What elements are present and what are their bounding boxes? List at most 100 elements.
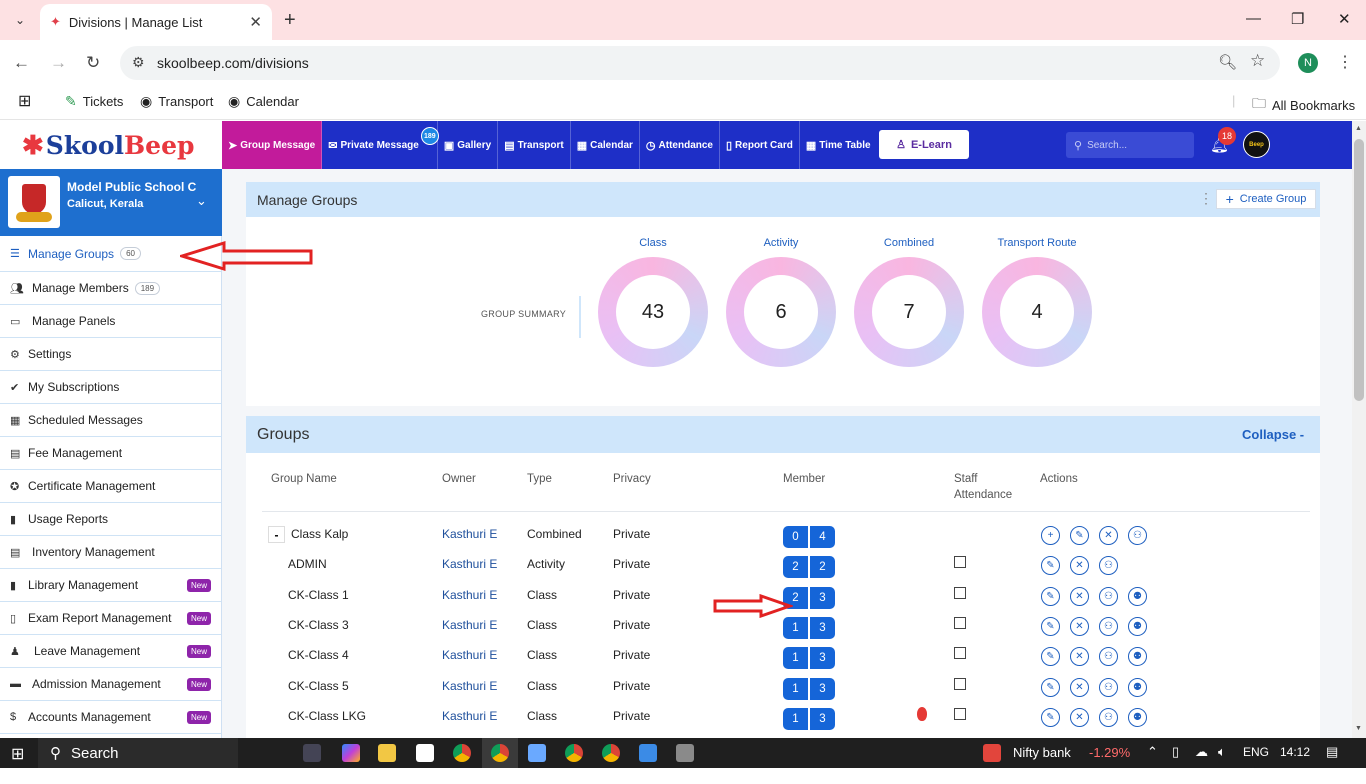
group-action-icon[interactable]: ⚉ (1128, 708, 1147, 727)
staff-attendance-checkbox[interactable] (954, 556, 966, 568)
scroll-up-icon[interactable]: ▲ (1355, 125, 1362, 132)
staff-attendance-checkbox[interactable] (954, 647, 966, 659)
member-count-right[interactable]: 3 (810, 708, 835, 730)
close-action-icon[interactable]: ✕ (1070, 708, 1089, 727)
browser-tab[interactable]: ✦ Divisions | Manage List ✕ (40, 4, 272, 40)
group-name-cell[interactable]: CK-Class 3 (288, 618, 349, 632)
more-options-icon[interactable]: ⋮ (1199, 190, 1213, 207)
member-count[interactable]: 13 (783, 708, 835, 730)
sidebar-item-certificate-management[interactable]: ✪ Certificate Management (0, 470, 221, 503)
sidebar-item-manage-members[interactable]: 👥︎ Manage Members 189 (0, 272, 221, 305)
store-icon[interactable] (416, 744, 434, 762)
new-tab-icon[interactable]: + (284, 9, 296, 32)
group-name-cell[interactable]: ADMIN (288, 557, 327, 571)
close-action-icon[interactable]: ✕ (1070, 647, 1089, 666)
member-count-right[interactable]: 3 (810, 617, 835, 639)
users-action-icon[interactable]: ⚇ (1128, 526, 1147, 545)
notifications-icon[interactable]: ▤ (1326, 744, 1338, 760)
sidebar-item-accounts-management[interactable]: $ Accounts Management New (0, 701, 221, 734)
user-avatar[interactable]: Beep (1243, 131, 1270, 158)
page-scrollbar[interactable]: ▲ ▼ (1352, 121, 1366, 738)
users-action-icon[interactable]: ⚇ (1099, 708, 1118, 727)
edit-action-icon[interactable]: ✎ (1041, 617, 1060, 636)
close-window-icon[interactable]: ✕ (1338, 10, 1351, 28)
apps-grid-icon[interactable]: ⊞ (18, 91, 31, 111)
staff-attendance-checkbox[interactable] (954, 678, 966, 690)
group-name-cell[interactable]: CK-Class 4 (288, 648, 349, 662)
copilot-icon[interactable] (342, 744, 360, 762)
group-name-cell[interactable]: CK-Class 1 (288, 588, 349, 602)
collapse-button[interactable]: Collapse - (1242, 427, 1304, 442)
chevron-down-icon[interactable]: ⌄ (196, 193, 207, 209)
nav-calendar[interactable]: ▦ Calendar (571, 121, 640, 169)
group-action-icon[interactable]: ⚉ (1128, 678, 1147, 697)
bookmark-star-icon[interactable]: ☆ (1250, 51, 1265, 71)
sidebar-item-my-subscriptions[interactable]: ✔ My Subscriptions (0, 371, 221, 404)
users-action-icon[interactable]: ⚇ (1099, 587, 1118, 606)
photos-icon[interactable] (639, 744, 657, 762)
browser-menu-icon[interactable]: ⋮ (1337, 52, 1353, 72)
member-count-left[interactable]: 0 (783, 526, 808, 548)
nav-transport[interactable]: ▤ Transport (498, 121, 571, 169)
nav-report-card[interactable]: ▯ Report Card (720, 121, 800, 169)
member-count[interactable]: 13 (783, 647, 835, 669)
bookmark-tickets[interactable]: ✎ Tickets (65, 93, 123, 110)
group-name-cell[interactable]: CK-Class LKG (288, 709, 366, 723)
forward-icon[interactable]: → (50, 53, 67, 73)
reload-icon[interactable]: ↻ (86, 53, 100, 73)
edit-action-icon[interactable]: ✎ (1041, 556, 1060, 575)
app-search-input[interactable]: ⚲ Search... (1066, 132, 1194, 158)
create-group-button[interactable]: + Create Group (1216, 189, 1316, 209)
sidebar-item-scheduled-messages[interactable]: ▦ Scheduled Messages (0, 404, 221, 437)
language-indicator[interactable]: ENG (1243, 745, 1269, 759)
minimize-icon[interactable]: — (1246, 10, 1261, 27)
task-view-icon[interactable] (303, 744, 321, 762)
sidebar-item-fee-management[interactable]: ▤ Fee Management (0, 437, 221, 470)
nav-group-message[interactable]: ➤ Group Message (222, 121, 323, 169)
member-count[interactable]: 13 (783, 617, 835, 639)
elearn-button[interactable]: ♙ E-Learn (879, 130, 969, 159)
url-text[interactable]: skoolbeep.com/divisions (157, 55, 309, 71)
nav-attendance[interactable]: ◷ Attendance (640, 121, 720, 169)
close-action-icon[interactable]: ✕ (1070, 556, 1089, 575)
sidebar-item-manage-panels[interactable]: ▭ Manage Panels (0, 305, 221, 338)
volume-icon[interactable]: 🔈︎ (1218, 744, 1226, 760)
member-count-left[interactable]: 1 (783, 647, 808, 669)
edit-action-icon[interactable]: ✎ (1041, 678, 1060, 697)
sidebar-item-library-management[interactable]: ▮ Library Management New (0, 569, 221, 602)
member-count[interactable]: 22 (783, 556, 835, 578)
sidebar-item-settings[interactable]: ⚙ Settings (0, 338, 221, 371)
stock-name[interactable]: Nifty bank (1013, 745, 1071, 760)
group-name-cell[interactable]: Class Kalp (291, 527, 348, 541)
collapse-row-toggle[interactable]: - (268, 526, 285, 543)
nav-private-message[interactable]: ✉ Private Message 189 (322, 121, 439, 169)
windows-start-icon[interactable]: ⊞ (11, 744, 24, 764)
zoom-icon[interactable]: 🔍︎ (1218, 53, 1237, 71)
staff-attendance-checkbox[interactable] (954, 708, 966, 720)
users-action-icon[interactable]: ⚇ (1099, 678, 1118, 697)
clock[interactable]: 14:12 (1280, 745, 1310, 759)
member-count-right[interactable]: 3 (810, 678, 835, 700)
plus-action-icon[interactable]: + (1041, 526, 1060, 545)
notepad-icon[interactable] (528, 744, 546, 762)
nav-gallery[interactable]: ▣ Gallery (438, 121, 499, 169)
app-icon[interactable] (676, 744, 694, 762)
sidebar-item-exam-report-management[interactable]: ▯ Exam Report Management New (0, 602, 221, 635)
col-member[interactable]: Member (783, 473, 825, 485)
taskbar-search[interactable]: ⚲ Search (38, 738, 238, 768)
scroll-down-icon[interactable]: ▼ (1355, 725, 1362, 732)
member-count-left[interactable]: 1 (783, 678, 808, 700)
maximize-icon[interactable]: ❐ (1291, 10, 1304, 28)
edit-action-icon[interactable]: ✎ (1041, 587, 1060, 606)
edit-action-icon[interactable]: ✎ (1041, 708, 1060, 727)
scroll-thumb[interactable] (1354, 139, 1364, 401)
col-type[interactable]: Type (527, 473, 552, 485)
file-explorer-icon[interactable] (378, 744, 396, 762)
weather-icon[interactable]: ☁ (1195, 744, 1208, 760)
bookmark-transport[interactable]: ◉ Transport (140, 93, 213, 110)
users-action-icon[interactable]: ⚇ (1099, 556, 1118, 575)
close-action-icon[interactable]: ✕ (1099, 526, 1118, 545)
member-count-right[interactable]: 2 (810, 556, 835, 578)
chrome-icon-2[interactable] (565, 744, 583, 762)
chrome-icon-3[interactable] (602, 744, 620, 762)
